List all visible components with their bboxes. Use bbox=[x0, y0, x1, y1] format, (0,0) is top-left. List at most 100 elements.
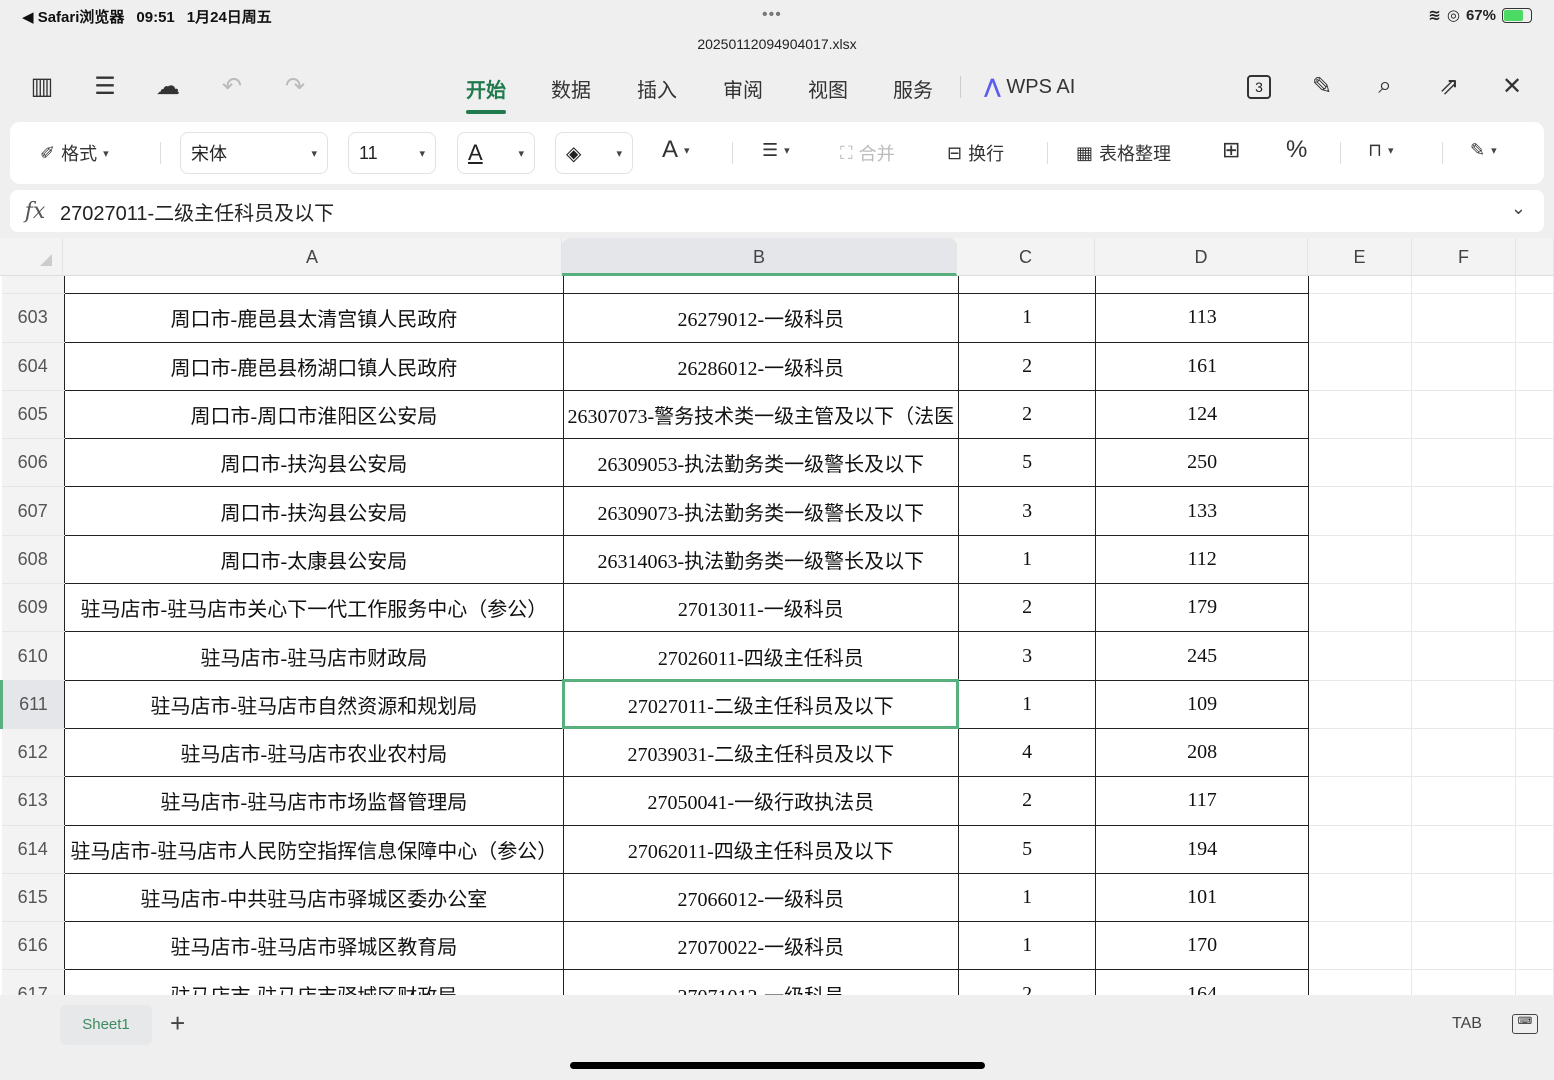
cell-b[interactable]: 26309053-执法勤务类一级警长及以下 bbox=[562, 438, 959, 488]
cell-a[interactable]: 周口市-扶沟县公安局 bbox=[63, 486, 564, 536]
cell-d[interactable]: 170 bbox=[1095, 921, 1309, 971]
cell-a[interactable]: 驻马店市-驻马店市驿城区财政局 bbox=[63, 969, 564, 995]
cell-a[interactable]: 驻马店市-中共驻马店市驿城区委办公室 bbox=[63, 872, 564, 923]
cell-b[interactable]: 26286012-一级科员 bbox=[562, 341, 959, 391]
cell-f[interactable] bbox=[1411, 631, 1517, 681]
cell-c[interactable]: 5 bbox=[957, 438, 1097, 488]
cell-f[interactable] bbox=[1411, 776, 1517, 826]
cell-c[interactable]: 4 bbox=[957, 727, 1097, 778]
row-number[interactable]: 615 bbox=[1, 873, 65, 923]
cell-a[interactable]: 驻马店市-驻马店市人民防空指挥信息保障中心（参公） bbox=[63, 824, 564, 874]
cell-g[interactable] bbox=[1515, 921, 1554, 971]
cell-c[interactable]: 3 bbox=[957, 631, 1097, 681]
cell-a[interactable]: 周口市-鹿邑县太清宫镇人民政府 bbox=[63, 293, 564, 343]
cell-c[interactable]: 5 bbox=[957, 824, 1097, 874]
cell-f[interactable] bbox=[1411, 728, 1517, 778]
cell-e[interactable] bbox=[1308, 535, 1413, 585]
cell-d[interactable]: 245 bbox=[1095, 631, 1309, 681]
cell-d[interactable]: 250 bbox=[1095, 438, 1309, 488]
cell-a[interactable]: 周口市-太康县公安局 bbox=[63, 534, 564, 585]
spreadsheet-grid[interactable]: A B C D E F 602603周口市-鹿邑县太清宫镇人民政府2627901… bbox=[0, 238, 1554, 995]
cell-e[interactable] bbox=[1308, 728, 1413, 778]
formula-bar[interactable]: fx 27027011-二级主任科员及以下 ⌄ bbox=[10, 190, 1544, 232]
cell-e[interactable] bbox=[1308, 680, 1413, 729]
row-number[interactable]: 610 bbox=[1, 631, 65, 681]
cell-b[interactable]: 26279012-一级科员 bbox=[562, 293, 959, 343]
tab-service[interactable]: 服务 bbox=[893, 74, 933, 103]
cell-d[interactable]: 133 bbox=[1095, 486, 1309, 536]
cell-d[interactable]: 194 bbox=[1095, 824, 1309, 874]
cell-b[interactable]: 26309073-执法勤务类一级警长及以下 bbox=[562, 486, 959, 536]
cell-a[interactable]: 驻马店市-驻马店市自然资源和规划局 bbox=[63, 679, 564, 729]
cloud-upload-icon[interactable]: ☁ bbox=[153, 72, 183, 101]
cell-c[interactable]: 1 bbox=[957, 872, 1097, 923]
column-header-f[interactable]: F bbox=[1412, 238, 1516, 276]
cell-c[interactable]: 2 bbox=[957, 389, 1097, 440]
row-number[interactable]: 611 bbox=[0, 680, 65, 729]
chevron-down-icon[interactable]: ⌄ bbox=[1511, 198, 1526, 219]
cell-g[interactable] bbox=[1515, 631, 1554, 681]
cell-d[interactable] bbox=[1095, 276, 1309, 295]
cell-b[interactable]: 27027011-二级主任科员及以下 bbox=[562, 679, 960, 730]
home-indicator[interactable] bbox=[570, 1062, 985, 1069]
cell-g[interactable] bbox=[1515, 390, 1554, 440]
undo-icon[interactable]: ↶ bbox=[217, 72, 247, 101]
cell-e[interactable] bbox=[1308, 776, 1413, 826]
cell-a[interactable] bbox=[63, 276, 564, 295]
cell-e[interactable] bbox=[1308, 276, 1413, 295]
cell-d[interactable]: 109 bbox=[1095, 679, 1309, 729]
cell-g[interactable] bbox=[1515, 486, 1554, 536]
cell-g[interactable] bbox=[1515, 825, 1554, 874]
column-header-c[interactable]: C bbox=[957, 238, 1095, 276]
cell-a[interactable]: 驻马店市-驻马店市财政局 bbox=[63, 631, 564, 681]
font-style-button[interactable]: A ▾ bbox=[662, 136, 690, 164]
font-select[interactable]: 宋体 ▾ bbox=[180, 132, 328, 174]
cell-e[interactable] bbox=[1308, 583, 1413, 633]
font-color-button[interactable]: A ▾ bbox=[457, 132, 535, 174]
format-button[interactable]: ✐ 格式 ▾ bbox=[40, 140, 109, 166]
cell-g[interactable] bbox=[1515, 776, 1554, 826]
row-number[interactable]: 612 bbox=[1, 728, 65, 778]
cell-a[interactable]: 驻马店市-驻马店市关心下一代工作服务中心（参公） bbox=[63, 583, 564, 633]
row-number[interactable]: 614 bbox=[1, 825, 65, 874]
cell-f[interactable] bbox=[1411, 535, 1517, 585]
cell-b[interactable] bbox=[562, 276, 959, 295]
menu-icon[interactable]: ☰ bbox=[90, 72, 120, 101]
cell-c[interactable]: 2 bbox=[957, 341, 1097, 391]
close-icon[interactable]: ✕ bbox=[1497, 72, 1527, 101]
row-number[interactable]: 616 bbox=[1, 921, 65, 971]
cell-g[interactable] bbox=[1515, 535, 1554, 585]
back-to-safari[interactable]: ◀ Safari浏览器 bbox=[22, 9, 124, 26]
sidebar-toggle-icon[interactable]: ▥ bbox=[27, 72, 57, 101]
cell-c[interactable]: 2 bbox=[957, 583, 1097, 633]
table-tidy-button[interactable]: ▦ 表格整理 bbox=[1076, 140, 1171, 166]
tab-key-button[interactable]: TAB bbox=[1452, 1015, 1482, 1033]
cell-e[interactable] bbox=[1308, 921, 1413, 971]
cell-g[interactable] bbox=[1515, 293, 1554, 343]
cell-a[interactable]: 周口市-扶沟县公安局 bbox=[63, 438, 564, 488]
cell-format-button[interactable]: ⊞ bbox=[1222, 137, 1240, 163]
cell-c[interactable]: 2 bbox=[957, 969, 1097, 995]
cell-d[interactable]: 179 bbox=[1095, 583, 1309, 633]
cell-e[interactable] bbox=[1308, 390, 1413, 440]
cell-g[interactable] bbox=[1515, 342, 1554, 391]
row-number[interactable]: 604 bbox=[1, 342, 65, 391]
cell-g[interactable] bbox=[1515, 680, 1554, 729]
cell-b[interactable]: 27066012-一级科员 bbox=[562, 872, 959, 923]
redo-icon[interactable]: ↷ bbox=[280, 72, 310, 101]
cell-e[interactable] bbox=[1308, 293, 1413, 343]
cell-b[interactable]: 27050041-一级行政执法员 bbox=[562, 776, 959, 826]
cell-c[interactable] bbox=[957, 276, 1097, 295]
cell-c[interactable]: 1 bbox=[957, 921, 1097, 971]
cell-b[interactable]: 27039031-二级主任科员及以下 bbox=[562, 727, 959, 778]
cell-b[interactable]: 27070022-一级科员 bbox=[562, 921, 959, 971]
tab-view[interactable]: 视图 bbox=[808, 74, 848, 103]
cell-f[interactable] bbox=[1411, 390, 1517, 440]
multitasking-dots[interactable]: ••• bbox=[762, 6, 782, 24]
cell-a[interactable]: 周口市-鹿邑县杨湖口镇人民政府 bbox=[63, 341, 564, 391]
cell-g[interactable] bbox=[1515, 728, 1554, 778]
percent-button[interactable]: % bbox=[1286, 136, 1307, 164]
cell-d[interactable]: 124 bbox=[1095, 389, 1309, 440]
cell-d[interactable]: 161 bbox=[1095, 341, 1309, 391]
cell-a[interactable]: 驻马店市-驻马店市农业农村局 bbox=[63, 727, 564, 778]
